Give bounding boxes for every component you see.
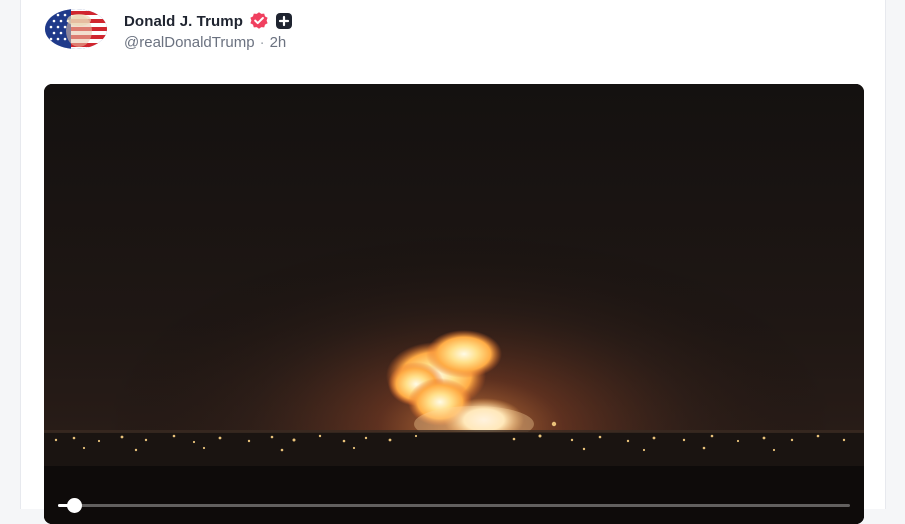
- verified-badge-icon: [249, 11, 269, 31]
- avatar[interactable]: [45, 9, 107, 49]
- plus-badge-icon: [275, 12, 293, 30]
- handle-line: @realDonaldTrump · 2h: [124, 34, 286, 51]
- video-frame: [44, 84, 864, 524]
- author-name[interactable]: Donald J. Trump: [124, 13, 243, 30]
- post-time[interactable]: 2h: [270, 34, 287, 51]
- video-player[interactable]: [44, 84, 864, 524]
- avatar-image: [45, 9, 107, 49]
- author-handle[interactable]: @realDonaldTrump: [124, 34, 255, 51]
- video-scrubber-handle[interactable]: [66, 498, 82, 513]
- video-progress-bar[interactable]: [58, 498, 850, 513]
- post-card: Donald J. Trump @realDonaldTrump · 2h: [20, 0, 886, 524]
- author-row: Donald J. Trump: [124, 10, 293, 32]
- separator-dot: ·: [259, 34, 265, 51]
